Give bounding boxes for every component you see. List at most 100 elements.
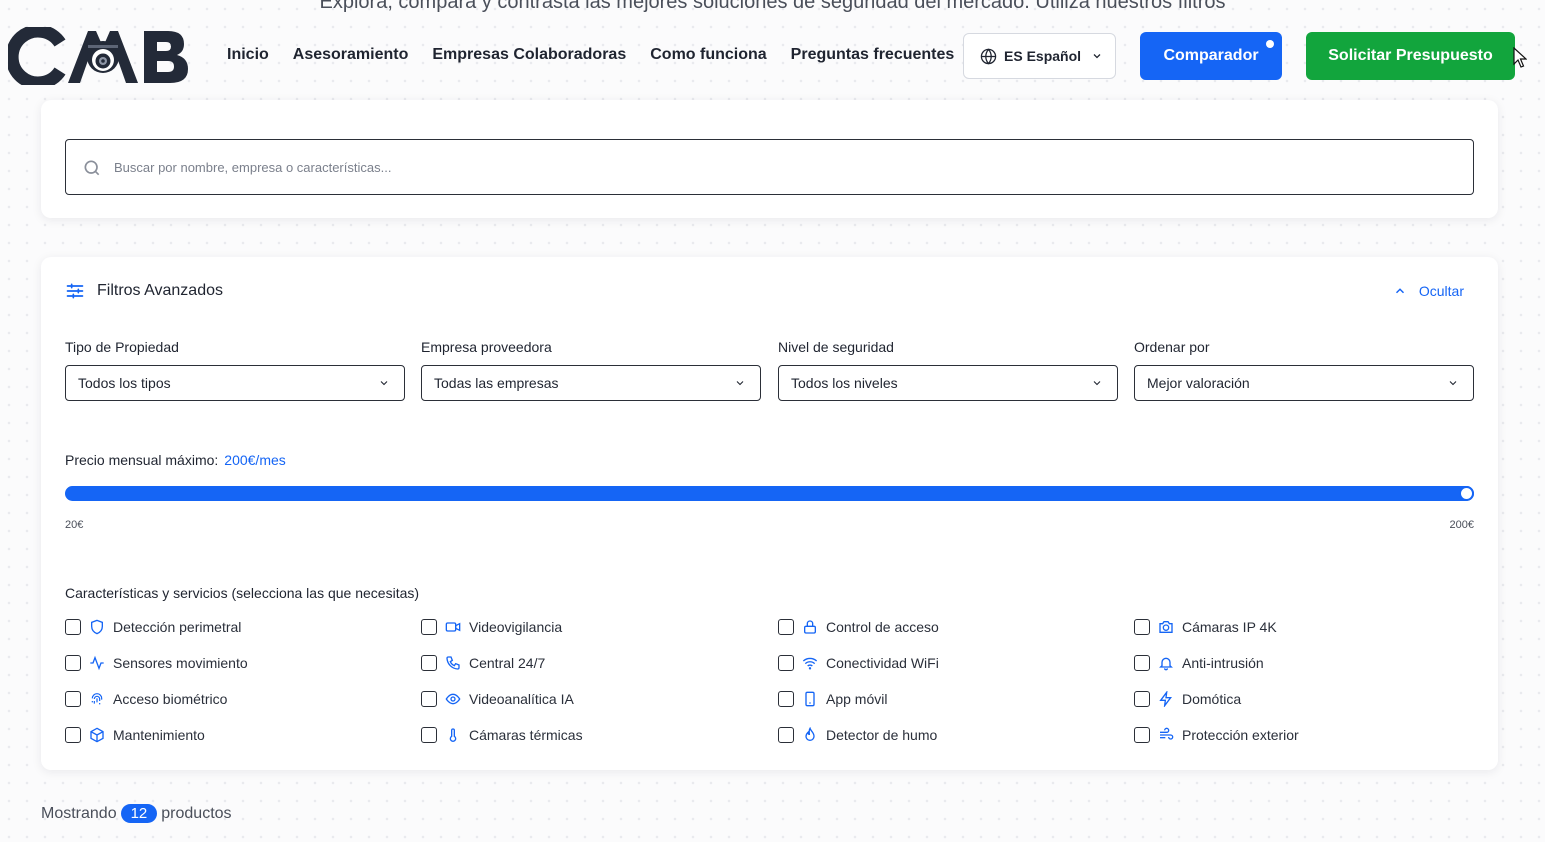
sliders-icon [66,283,84,299]
video-camera-icon [445,622,461,632]
checkbox[interactable] [421,691,437,707]
main-nav: Inicio Asesoramiento Empresas Colaborado… [227,46,978,64]
language-selector[interactable]: ES Español [963,33,1116,79]
search-card [41,100,1498,218]
filter-empresa-proveedora: Empresa proveedora Todas las empresas [421,339,761,401]
activity-icon [90,655,104,671]
feature-videoanalitica-ia[interactable]: Videoanalítica IA [421,691,574,707]
chevron-down-icon [1093,381,1101,386]
checkbox[interactable] [421,655,437,671]
mouse-cursor-icon [1513,47,1527,68]
eye-icon [445,693,461,705]
checkbox[interactable] [421,727,437,743]
feature-label: Domótica [1182,691,1242,707]
feature-mantenimiento[interactable]: Mantenimiento [65,727,205,743]
feature-domotica[interactable]: Domótica [1134,691,1241,707]
select-value: Todos los niveles [791,375,898,391]
phone-icon [446,656,460,670]
feature-label: Central 24/7 [469,655,546,671]
filter-ordenar-por: Ordenar por Mejor valoración [1134,339,1474,401]
checkbox[interactable] [1134,655,1150,671]
checkbox[interactable] [65,691,81,707]
filter-nivel-seguridad: Nivel de seguridad Todos los niveles [778,339,1118,401]
checkbox[interactable] [1134,727,1150,743]
checkbox[interactable] [778,691,794,707]
select-value: Todos los tipos [78,375,171,391]
nav-link-preguntas-frecuentes[interactable]: Preguntas frecuentes [791,46,955,64]
price-slider-fill [65,486,1474,501]
brand-logo[interactable] [8,27,190,85]
lock-icon [804,620,816,634]
search-box[interactable] [65,139,1474,195]
feature-label: Detector de humo [826,727,938,743]
checkbox[interactable] [65,727,81,743]
feature-control-acceso[interactable]: Control de acceso [778,619,939,635]
feature-deteccion-perimetral[interactable]: Detección perimetral [65,619,241,635]
feature-acceso-biometrico[interactable]: Acceso biométrico [65,691,227,707]
feature-anti-intrusion[interactable]: Anti-intrusión [1134,655,1264,671]
feature-label: Anti-intrusión [1182,655,1264,671]
empresa-proveedora-select[interactable]: Todas las empresas [421,365,761,401]
feature-label: App móvil [826,691,888,707]
checkbox[interactable] [1134,691,1150,707]
search-input[interactable] [114,159,1473,175]
fingerprint-icon [91,693,103,705]
nav-link-asesoramiento[interactable]: Asesoramiento [293,46,409,64]
filters-header: Filtros Avanzados [65,281,223,301]
features-label: Características y servicios (selecciona … [65,585,420,601]
wifi-icon [802,657,818,670]
select-label: Empresa proveedora [421,339,552,355]
language-label: ES Español [1004,48,1082,64]
chevron-up-icon [1395,288,1404,294]
feature-label: Videoanalítica IA [469,691,574,707]
feature-camaras-ip-4k[interactable]: Cámaras IP 4K [1134,619,1277,635]
nav-link-inicio[interactable]: Inicio [227,46,269,64]
feature-sensores-movimiento[interactable]: Sensores movimiento [65,655,248,671]
feature-label: Conectividad WiFi [826,655,939,671]
feature-central-24-7[interactable]: Central 24/7 [421,655,545,671]
results-count-badge: 12 [120,804,158,823]
feature-app-movil[interactable]: App móvil [778,691,887,707]
price-slider[interactable] [65,486,1474,501]
checkbox[interactable] [778,655,794,671]
comparador-button[interactable]: Comparador [1140,32,1282,80]
feature-videovigilancia[interactable]: Videovigilancia [421,619,562,635]
feature-proteccion-exterior[interactable]: Protección exterior [1134,727,1299,743]
feature-label: Videovigilancia [469,619,563,635]
navbar: Inicio Asesoramiento Empresas Colaborado… [0,0,1545,110]
nivel-seguridad-select[interactable]: Todos los niveles [778,365,1118,401]
feature-conectividad-wifi[interactable]: Conectividad WiFi [778,655,939,671]
ordenar-por-select[interactable]: Mejor valoración [1134,365,1474,401]
checkbox[interactable] [421,619,437,635]
checkbox[interactable] [778,619,794,635]
feature-label: Cámaras térmicas [469,727,583,743]
checkbox[interactable] [1134,619,1150,635]
feature-label: Acceso biométrico [113,691,228,707]
checkbox[interactable] [65,655,81,671]
checkbox[interactable] [65,619,81,635]
shield-icon [91,619,103,635]
bell-icon [1159,657,1173,671]
solicitar-presupuesto-button[interactable]: Solicitar Presupuesto [1306,32,1515,80]
checkbox[interactable] [778,727,794,743]
chevron-down-icon [1093,54,1101,59]
wind-icon [1160,727,1174,740]
results-prefix: Mostrando [41,804,117,822]
notification-dot [1266,40,1274,48]
hide-filters-toggle[interactable]: Ocultar [1393,283,1464,299]
bolt-icon [1159,691,1172,707]
tipo-propiedad-select[interactable]: Todos los tipos [65,365,405,401]
price-slider-thumb[interactable] [1459,486,1474,501]
feature-detector-humo[interactable]: Detector de humo [778,727,937,743]
feature-camaras-termicas[interactable]: Cámaras térmicas [421,727,583,743]
feature-label: Cámaras IP 4K [1182,619,1277,635]
price-label: Precio mensual máximo: 200€/mes [65,452,286,468]
nav-link-empresas-colaboradoras[interactable]: Empresas Colaboradoras [432,46,626,64]
feature-label: Protección exterior [1182,727,1299,743]
nav-link-como-funciona[interactable]: Como funciona [650,46,766,64]
flame-icon [805,727,815,741]
camera-icon [1159,621,1173,633]
price-max-label: 200€ [1449,519,1474,531]
box-icon [90,727,104,743]
presupuesto-label: Solicitar Presupuesto [1328,47,1493,64]
